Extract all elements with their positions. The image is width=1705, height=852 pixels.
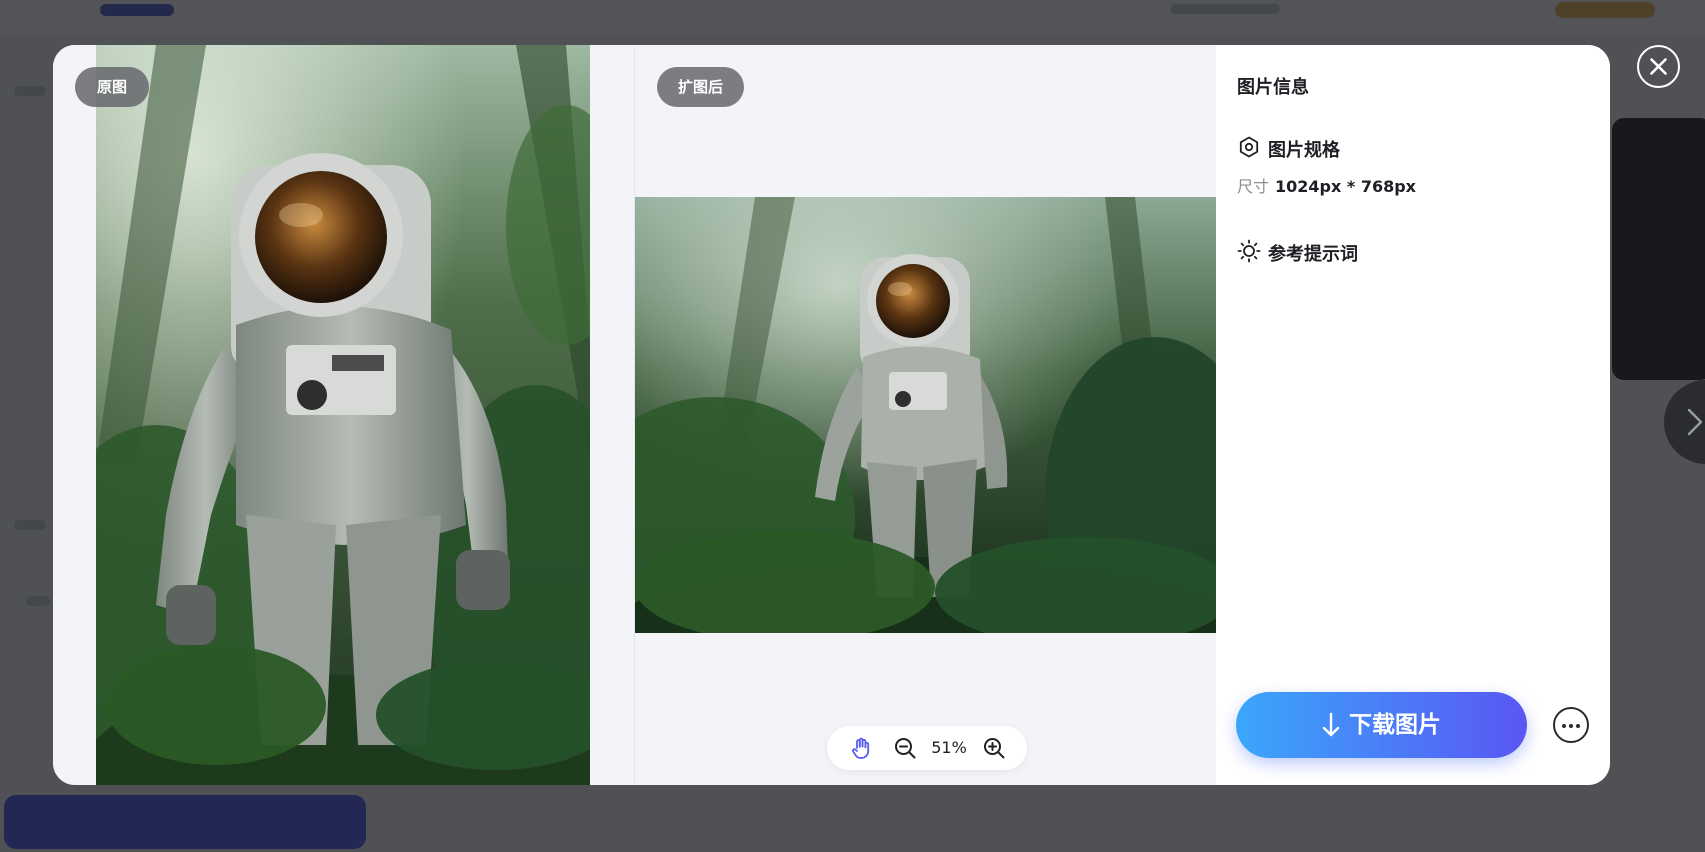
original-image <box>96 45 590 785</box>
expanded-label-badge: 扩图后 <box>657 67 745 107</box>
info-panel-title: 图片信息 <box>1237 77 1309 98</box>
prompt-section-title: 参考提示词 <box>1268 244 1358 265</box>
expanded-image <box>635 197 1216 633</box>
image-info-panel: 图片信息 图片规格 尺寸 1024px * 768px 参考提示词 下载图片 <box>1216 45 1610 785</box>
original-label-badge: 原图 <box>75 67 150 107</box>
zoom-in-icon <box>984 738 1005 759</box>
size-label: 尺寸 <box>1237 177 1270 196</box>
image-preview-modal: 原图 扩图后 51% 图片信息 图片规格 尺寸 1024px * 768px 参… <box>53 45 1610 785</box>
zoom-in-button[interactable] <box>982 736 1006 760</box>
next-image-button[interactable] <box>1664 380 1705 464</box>
chevron-right-icon <box>1687 408 1703 436</box>
zoom-out-icon <box>895 738 916 759</box>
download-arrow-icon <box>1322 712 1340 737</box>
close-icon <box>1650 58 1667 75</box>
size-row: 尺寸 1024px * 768px <box>1237 173 1416 197</box>
close-modal-button[interactable] <box>1637 45 1680 88</box>
zoom-level: 51% <box>931 738 967 757</box>
more-options-button[interactable] <box>1553 707 1589 743</box>
hexagon-settings-icon <box>1239 136 1259 158</box>
spec-section-title: 图片规格 <box>1268 140 1340 161</box>
download-button-label: 下载图片 <box>1349 712 1441 738</box>
comparison-area: 原图 扩图后 51% <box>53 45 1216 785</box>
expanded-image-pane: 扩图后 <box>635 45 1216 785</box>
size-value: 1024px * 768px <box>1275 177 1416 196</box>
zoom-out-button[interactable] <box>893 736 917 760</box>
sun-icon <box>1237 239 1261 263</box>
original-image-pane: 原图 <box>53 45 635 785</box>
zoom-control-bar: 51% <box>827 726 1027 770</box>
hand-tool-button[interactable] <box>849 736 873 760</box>
download-image-button[interactable]: 下载图片 <box>1236 692 1527 758</box>
hand-icon <box>852 737 870 759</box>
